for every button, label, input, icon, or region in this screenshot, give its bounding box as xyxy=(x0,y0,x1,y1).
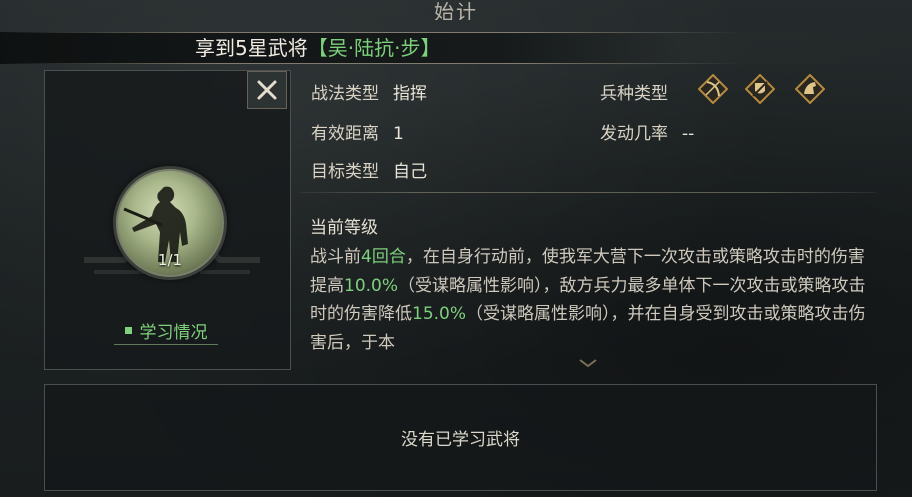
learned-empty-text: 没有已学习武将 xyxy=(401,430,520,450)
study-status-button[interactable]: 学习情况 xyxy=(114,316,218,345)
general-count: 1/1 xyxy=(157,251,183,269)
horse-cavalry-icon xyxy=(795,74,825,104)
troop-type-label: 兵种类型 xyxy=(600,84,668,104)
close-button[interactable] xyxy=(247,71,287,109)
level-title: 当前等级 xyxy=(310,218,378,238)
range-label: 有效距离 xyxy=(311,124,379,144)
tactic-type-value: 指挥 xyxy=(393,84,427,104)
target-row: 目标类型 自己 xyxy=(311,157,427,182)
study-status-label: 学习情况 xyxy=(139,322,208,343)
shield-infantry-icon xyxy=(745,74,775,104)
banner-bar xyxy=(0,32,912,64)
scroll-down-icon[interactable] xyxy=(578,358,598,368)
troop-type-row: 兵种类型 xyxy=(600,79,668,104)
divider xyxy=(300,192,876,193)
general-tag: 【吴·陆抗·步】 xyxy=(307,36,441,60)
desc-highlight-damage-up: 10.0% xyxy=(344,275,399,296)
trigger-label: 发动几率 xyxy=(600,124,668,144)
banner-prefix: 享到5星武将 xyxy=(195,36,308,60)
target-value: 自己 xyxy=(393,162,427,182)
tactic-type-label: 战法类型 xyxy=(311,84,379,104)
level-description[interactable]: 战斗前4回合，在自身行动前，使我军大营下一次攻击或策略攻击时的伤害提高10.0%… xyxy=(310,243,866,361)
desc-text: 战斗前 xyxy=(310,247,361,267)
tactic-type-row: 战法类型 指挥 xyxy=(311,79,427,104)
window-title: 始计 xyxy=(434,0,478,20)
trigger-value: -- xyxy=(682,124,695,144)
general-portrait[interactable]: 1/1 xyxy=(113,166,227,280)
banner-text: 享到5星武将【吴·陆抗·步】 xyxy=(195,32,440,64)
trigger-row: 发动几率 -- xyxy=(600,119,694,144)
bullet-icon xyxy=(124,326,132,334)
close-icon xyxy=(257,80,277,100)
desc-highlight-rounds: 4回合 xyxy=(361,247,406,267)
target-label: 目标类型 xyxy=(311,162,379,182)
range-row: 有效距离 1 xyxy=(311,119,404,144)
range-value: 1 xyxy=(393,124,404,144)
desc-highlight-damage-down: 15.0% xyxy=(412,304,467,324)
bow-cavalry-icon xyxy=(698,74,728,104)
